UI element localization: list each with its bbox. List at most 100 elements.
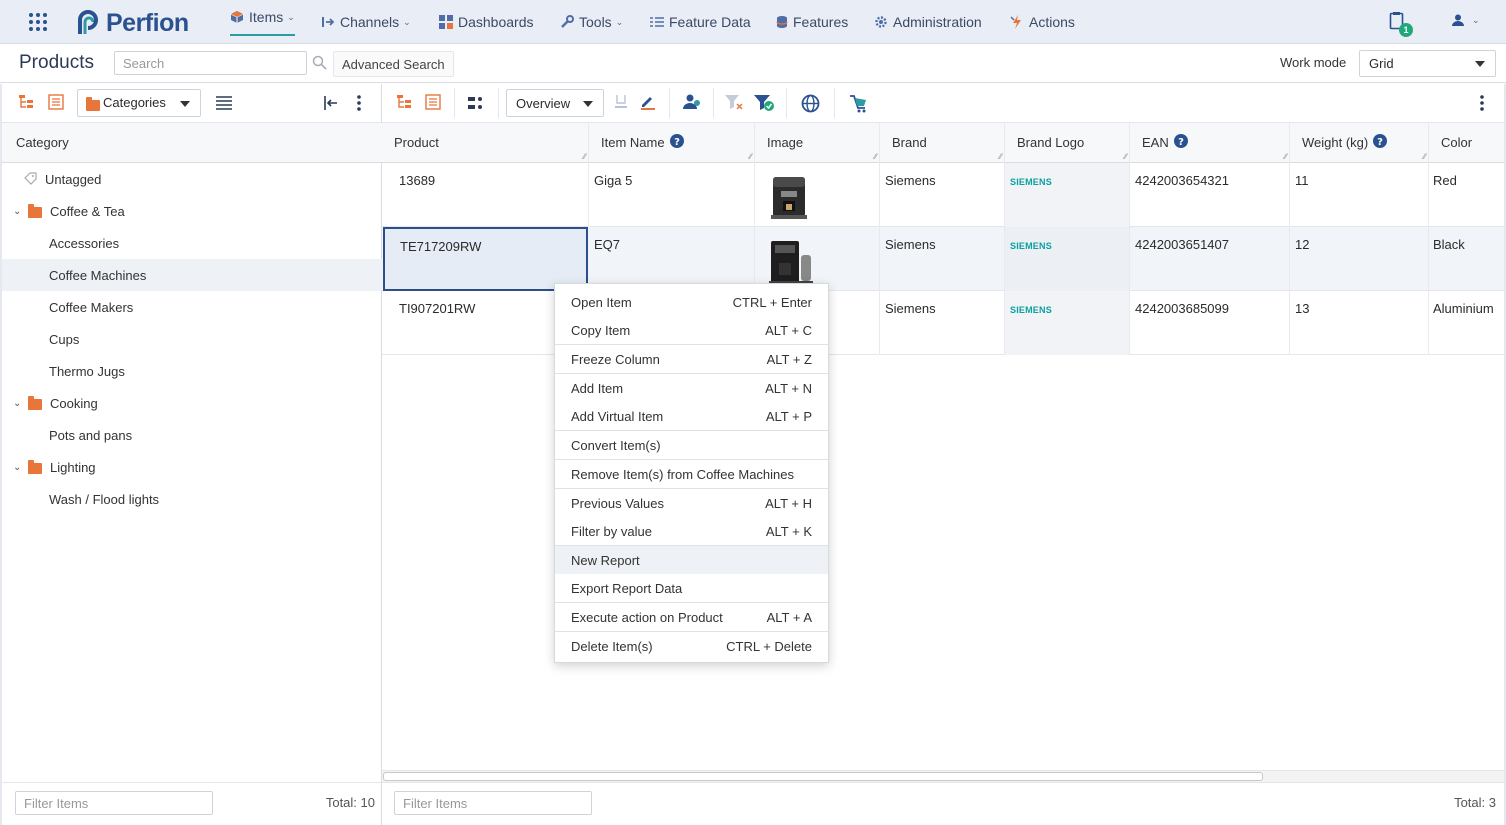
- column-header-brand-logo[interactable]: Brand Logo ∕∕: [1005, 123, 1130, 163]
- edit-icon[interactable]: [640, 94, 656, 110]
- column-header-weight[interactable]: Weight (kg)? ∕∕: [1290, 123, 1429, 163]
- tree-collapse-icon[interactable]: [425, 94, 441, 110]
- cell-color[interactable]: Red: [1429, 163, 1504, 227]
- tree-item-cups[interactable]: Cups: [2, 323, 382, 355]
- cell-weight[interactable]: 11: [1290, 163, 1429, 227]
- work-mode-select[interactable]: Grid: [1359, 50, 1496, 77]
- tree-item-coffee-makers[interactable]: Coffee Makers: [2, 291, 382, 323]
- filter-active-icon[interactable]: [753, 94, 775, 112]
- filter-clear-icon[interactable]: [724, 94, 744, 110]
- nav-dashboards[interactable]: Dashboards: [439, 0, 534, 44]
- cart-icon[interactable]: [849, 94, 869, 113]
- menu-item-open-item[interactable]: Open Item CTRL + Enter: [555, 288, 828, 316]
- menu-item-new-report[interactable]: New Report: [555, 546, 828, 574]
- nav-items[interactable]: Items ⌄: [230, 0, 295, 36]
- cell-ean[interactable]: 4242003651407: [1130, 227, 1290, 291]
- tree-expand-icon[interactable]: [18, 94, 34, 110]
- nav-actions[interactable]: Actions: [1010, 0, 1075, 44]
- cell-weight[interactable]: 12: [1290, 227, 1429, 291]
- tree-item-accessories[interactable]: Accessories: [2, 227, 382, 259]
- search-icon[interactable]: [312, 55, 327, 70]
- column-header-ean[interactable]: EAN? ∕∕: [1130, 123, 1290, 163]
- cell-product[interactable]: TE717209RW: [383, 227, 588, 291]
- column-header-item-name[interactable]: Item Name? ∕∕: [589, 123, 755, 163]
- resize-grip-icon[interactable]: ∕∕: [749, 152, 752, 161]
- app-grid-icon[interactable]: [28, 12, 48, 32]
- tree-collapse-icon[interactable]: [48, 94, 64, 110]
- menu-item-add-virtual-item[interactable]: Add Virtual Item ALT + P: [555, 402, 828, 430]
- menu-item-add-item[interactable]: Add Item ALT + N: [555, 374, 828, 402]
- table-row[interactable]: 13689 Giga 5 Siemens SIEMENS 42420036543…: [382, 163, 1504, 227]
- category-column-header[interactable]: Category: [2, 123, 382, 163]
- tree-item-coffee-machines[interactable]: Coffee Machines: [2, 259, 382, 291]
- collapse-panel-icon[interactable]: [324, 96, 338, 110]
- menu-item-freeze-column[interactable]: Freeze Column ALT + Z: [555, 345, 828, 373]
- save-icon[interactable]: [614, 94, 628, 110]
- column-header-product[interactable]: Product ∕∕: [382, 123, 589, 163]
- nav-features[interactable]: Features: [776, 0, 848, 44]
- cell-brand-logo[interactable]: SIEMENS: [1005, 291, 1130, 355]
- tree-item-wash-flood-lights[interactable]: Wash / Flood lights: [2, 483, 382, 515]
- nav-tools[interactable]: Tools ⌄: [560, 0, 623, 44]
- column-header-color[interactable]: Color: [1429, 123, 1504, 163]
- chevron-down-icon[interactable]: ⌄: [13, 398, 21, 409]
- nav-administration[interactable]: Administration: [874, 0, 982, 44]
- users-icon[interactable]: [682, 94, 702, 110]
- resize-grip-icon[interactable]: ∕∕: [1124, 152, 1127, 161]
- category-select[interactable]: Categories: [77, 89, 201, 117]
- columns-icon[interactable]: [468, 96, 484, 110]
- tree-item-cooking[interactable]: ⌄ Cooking: [2, 387, 382, 419]
- cell-ean[interactable]: 4242003685099: [1130, 291, 1290, 355]
- cell-item-name[interactable]: Giga 5: [589, 163, 755, 227]
- cell-ean[interactable]: 4242003654321: [1130, 163, 1290, 227]
- menu-item-remove-items[interactable]: Remove Item(s) from Coffee Machines: [555, 460, 828, 488]
- menu-item-delete-items[interactable]: Delete Item(s) CTRL + Delete: [555, 632, 828, 660]
- cell-brand[interactable]: Siemens: [880, 291, 1005, 355]
- tree-item-thermo-jugs[interactable]: Thermo Jugs: [2, 355, 382, 387]
- column-header-image[interactable]: Image ∕∕: [755, 123, 880, 163]
- cell-color[interactable]: Black: [1429, 227, 1504, 291]
- menu-item-previous-values[interactable]: Previous Values ALT + H: [555, 489, 828, 517]
- nav-channels[interactable]: Channels ⌄: [321, 0, 411, 44]
- column-header-brand[interactable]: Brand ∕∕: [880, 123, 1005, 163]
- brand-logo[interactable]: Perfion: [76, 9, 189, 37]
- search-input[interactable]: Search: [114, 51, 307, 75]
- cell-brand-logo[interactable]: SIEMENS: [1005, 227, 1130, 291]
- cell-image[interactable]: [755, 163, 880, 227]
- resize-grip-icon[interactable]: ∕∕: [874, 152, 877, 161]
- cell-brand[interactable]: Siemens: [880, 163, 1005, 227]
- filter-items-input[interactable]: Filter Items: [15, 791, 213, 815]
- tree-expand-icon[interactable]: [396, 94, 412, 110]
- tree-item-coffee-tea[interactable]: ⌄ Coffee & Tea: [2, 195, 382, 227]
- tree-item-lighting[interactable]: ⌄ Lighting: [2, 451, 382, 483]
- help-icon[interactable]: ?: [1173, 134, 1188, 148]
- menu-item-execute-action[interactable]: Execute action on Product ALT + A: [555, 603, 828, 631]
- cell-product[interactable]: 13689: [382, 163, 589, 227]
- resize-grip-icon[interactable]: ∕∕: [583, 152, 586, 161]
- chevron-down-icon[interactable]: ⌄: [13, 206, 21, 217]
- list-view-icon[interactable]: [216, 96, 232, 110]
- view-select[interactable]: Overview: [506, 89, 604, 117]
- horizontal-scrollbar[interactable]: [382, 770, 1504, 782]
- cell-color[interactable]: Aluminium: [1429, 291, 1504, 355]
- filter-items-input[interactable]: Filter Items: [394, 791, 592, 815]
- tree-item-pots-and-pans[interactable]: Pots and pans: [2, 419, 382, 451]
- help-icon[interactable]: ?: [1373, 134, 1388, 148]
- more-options-icon[interactable]: [1479, 95, 1485, 111]
- cell-item-name[interactable]: EQ7: [589, 227, 755, 291]
- globe-icon[interactable]: [801, 94, 820, 113]
- resize-grip-icon[interactable]: ∕∕: [1423, 152, 1426, 161]
- nav-feature-data[interactable]: Feature Data: [650, 0, 751, 44]
- table-row[interactable]: TE717209RW EQ7 Siemens SIEMENS 424200365…: [382, 227, 1504, 291]
- menu-item-convert-items[interactable]: Convert Item(s): [555, 431, 828, 459]
- cell-brand[interactable]: Siemens: [880, 227, 1005, 291]
- menu-item-copy-item[interactable]: Copy Item ALT + C: [555, 316, 828, 344]
- chevron-down-icon[interactable]: ⌄: [13, 462, 21, 473]
- resize-grip-icon[interactable]: ∕∕: [999, 152, 1002, 161]
- scrollbar-thumb[interactable]: [383, 772, 1263, 781]
- tree-item-untagged[interactable]: Untagged: [2, 163, 382, 195]
- user-menu[interactable]: ⌄: [1452, 14, 1480, 26]
- menu-item-filter-by-value[interactable]: Filter by value ALT + K: [555, 517, 828, 545]
- menu-item-export-report-data[interactable]: Export Report Data: [555, 574, 828, 602]
- help-icon[interactable]: ?: [669, 134, 684, 148]
